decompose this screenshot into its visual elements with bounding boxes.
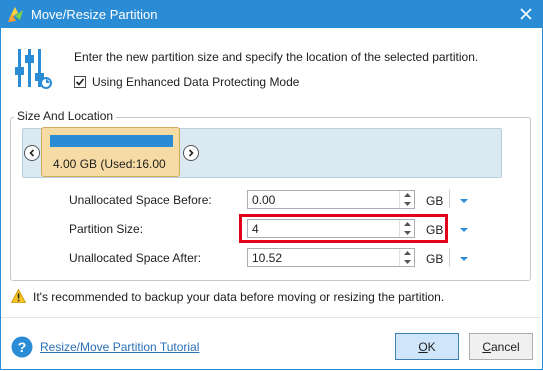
help-icon[interactable]: ? <box>11 336 33 358</box>
footer-divider <box>1 317 541 318</box>
unallocated-before-label: Unallocated Space Before: <box>69 193 212 207</box>
unallocated-before-spinner <box>399 191 414 208</box>
caret-down-icon <box>403 202 411 206</box>
move-right-handle[interactable] <box>183 145 199 161</box>
move-left-handle[interactable] <box>24 145 40 161</box>
title-bar: Move/Resize Partition <box>0 0 543 28</box>
cancel-button[interactable]: Cancel <box>469 333 533 360</box>
ok-mnemonic: O <box>418 339 428 354</box>
divider <box>449 190 450 208</box>
partition-block-label: 4.00 GB (Used:16.00 <box>53 157 166 171</box>
cancel-label-rest: ancel <box>490 339 520 354</box>
ok-button[interactable]: OK <box>395 333 459 360</box>
close-icon <box>520 8 532 20</box>
spin-up-button[interactable] <box>400 249 414 257</box>
unit-dropdown-icon[interactable] <box>459 225 469 235</box>
warning-icon <box>11 289 26 303</box>
sliders-icon <box>15 49 52 89</box>
close-button[interactable] <box>509 0 543 28</box>
unallocated-after-spinner <box>399 249 414 266</box>
spin-down-button[interactable] <box>400 258 414 266</box>
checkbox-label: Using Enhanced Data Protecting Mode <box>92 75 300 89</box>
backup-warning-text: It's recommended to backup your data bef… <box>33 290 445 304</box>
unit-dropdown-icon[interactable] <box>459 196 469 206</box>
divider <box>449 248 450 266</box>
window-title: Move/Resize Partition <box>31 7 158 22</box>
instruction-text: Enter the new partition size and specify… <box>74 50 479 64</box>
caret-down-icon <box>403 260 411 264</box>
caret-up-icon <box>403 193 411 197</box>
unallocated-after-unit: GB <box>426 252 444 266</box>
caret-up-icon <box>403 251 411 255</box>
checkbox-box[interactable] <box>74 76 86 88</box>
unallocated-before-unit: GB <box>426 194 444 208</box>
chevron-left-icon <box>29 149 35 157</box>
cancel-mnemonic: C <box>482 339 491 354</box>
checkmark-icon <box>75 78 85 86</box>
unallocated-after-input[interactable] <box>248 249 400 266</box>
partition-wizard-icon <box>8 7 23 22</box>
unallocated-before-field[interactable] <box>247 190 415 209</box>
partition-size-label: Partition Size: <box>69 222 144 236</box>
group-legend: Size And Location <box>14 109 117 123</box>
partition-usage-bar <box>50 135 173 147</box>
tutorial-link[interactable]: Resize/Move Partition Tutorial <box>40 340 199 354</box>
spin-up-button[interactable] <box>400 191 414 199</box>
enhanced-protection-checkbox[interactable]: Using Enhanced Data Protecting Mode <box>74 75 299 89</box>
ok-label-rest: K <box>427 339 436 354</box>
unallocated-after-label: Unallocated Space After: <box>69 251 202 265</box>
unallocated-after-field[interactable] <box>247 248 415 267</box>
chevron-right-icon <box>188 149 194 157</box>
unallocated-before-input[interactable] <box>248 191 400 208</box>
partition-size-highlight <box>239 214 448 243</box>
spin-down-button[interactable] <box>400 200 414 208</box>
svg-text:?: ? <box>18 339 27 355</box>
unit-dropdown-icon[interactable] <box>459 254 469 264</box>
partition-block[interactable]: 4.00 GB (Used:16.00 <box>41 127 180 177</box>
